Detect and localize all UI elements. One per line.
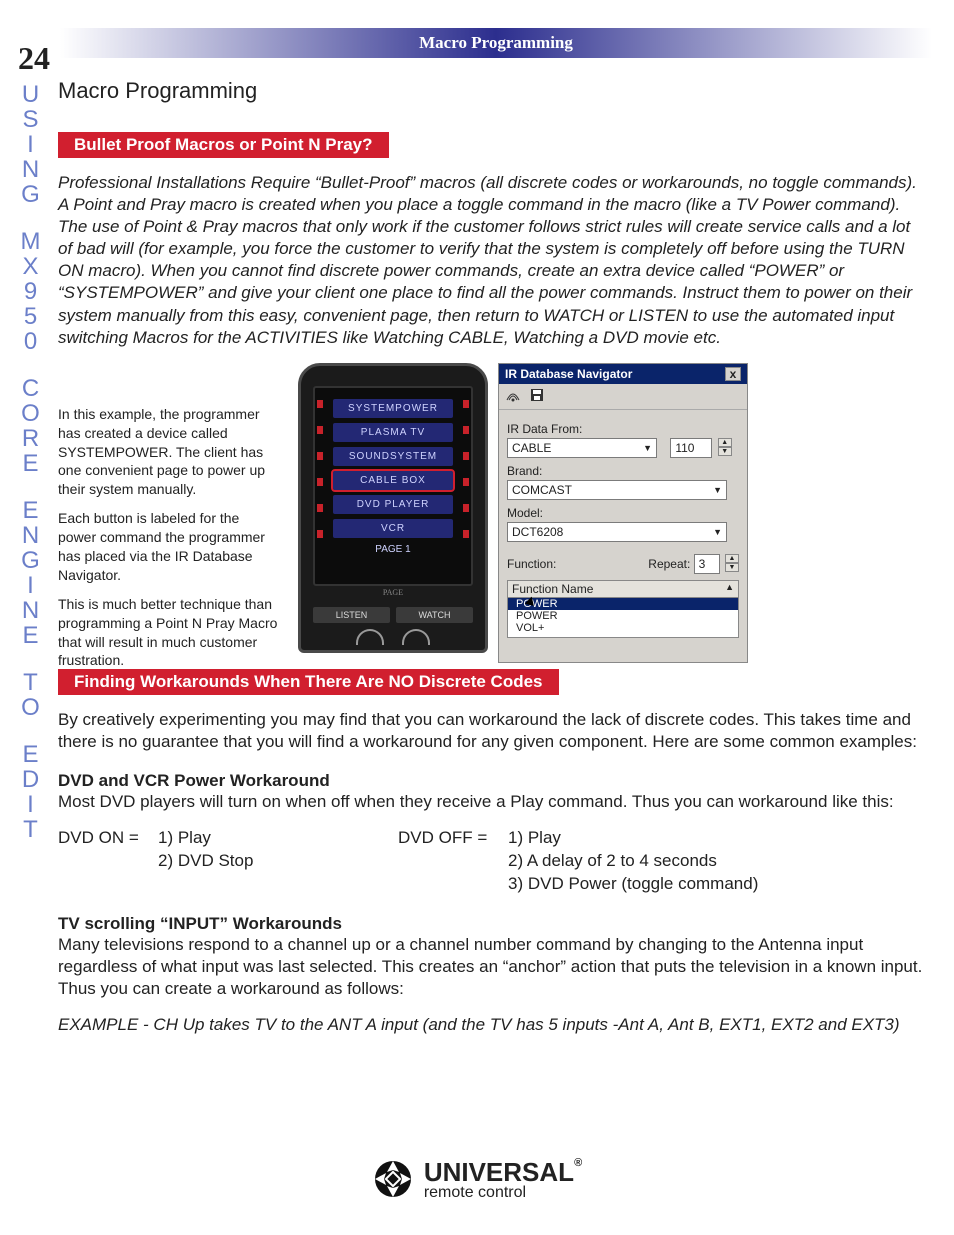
ir-data-number[interactable]: 110 [670, 438, 712, 458]
chevron-up-icon: ▲ [718, 438, 732, 447]
dvd-workaround-heading: DVD and VCR Power Workaround [58, 771, 928, 791]
chevron-down-icon: ▼ [718, 447, 732, 456]
function-item-power[interactable]: POWER [508, 598, 738, 610]
dvd-off-step1: 1) Play [508, 827, 561, 850]
led-icon [463, 530, 469, 538]
led-icon [463, 400, 469, 408]
chevron-down-icon: ▼ [725, 563, 739, 572]
led-icon [463, 452, 469, 460]
chevron-up-icon: ▲ [725, 554, 739, 563]
led-icon [463, 426, 469, 434]
tv-workaround-example: EXAMPLE - CH Up takes TV to the ANT A in… [58, 1014, 928, 1036]
page-number: 24 [18, 40, 50, 77]
logo-icon [372, 1158, 414, 1200]
dvd-workaround-body: Most DVD players will turn on when off w… [58, 791, 928, 813]
registered-icon: ® [574, 1157, 582, 1169]
remote-page-hint: PAGE [313, 588, 473, 597]
remote-watch-button[interactable]: WATCH [396, 607, 473, 623]
led-icon [317, 530, 323, 538]
example-caption-3: This is much better technique than progr… [58, 595, 278, 671]
remote-btn-soundsystem[interactable]: SOUNDSYSTEM [333, 447, 453, 466]
ir-navigator-window: IR Database Navigator x IR Data From: CA… [498, 363, 748, 663]
side-word-to: TO [18, 670, 44, 720]
dvd-on-label: DVD ON = [58, 827, 158, 850]
subhead-bullet-proof: Bullet Proof Macros or Point N Pray? [58, 132, 389, 158]
function-item-power2[interactable]: POWER [508, 610, 738, 622]
remote-btn-dvdplayer[interactable]: DVD PLAYER [333, 495, 453, 514]
section-title: Macro Programming [58, 78, 928, 104]
remote-btn-vcr[interactable]: VCR [333, 519, 453, 538]
brand-select[interactable]: COMCAST ▼ [507, 480, 727, 500]
side-word-using: USING [18, 82, 44, 207]
label-model: Model: [507, 506, 739, 520]
side-word-core: CORE [18, 376, 44, 476]
label-repeat: Repeat: [648, 557, 690, 571]
chevron-down-icon: ▼ [643, 443, 652, 453]
spinner[interactable]: ▲▼ [718, 438, 732, 456]
signal-icon[interactable] [505, 388, 521, 405]
led-icon [463, 504, 469, 512]
ir-data-select[interactable]: CABLE ▼ [507, 438, 657, 458]
dvd-off-label: DVD OFF = [398, 827, 508, 850]
save-icon[interactable] [529, 388, 545, 405]
remote-btn-cablebox[interactable]: CABLE BOX [333, 471, 453, 490]
function-list[interactable]: Function Name ▲ POWER POWER VOL+ [507, 580, 739, 638]
example-caption-2: Each button is labeled for the power com… [58, 509, 278, 585]
intro-paragraph: Professional Installations Require “Bull… [58, 172, 928, 349]
remote-listen-button[interactable]: LISTEN [313, 607, 390, 623]
tv-workaround-heading: TV scrolling “INPUT” Workarounds [58, 914, 928, 934]
arc-icon [356, 629, 384, 645]
close-icon[interactable]: x [725, 367, 741, 381]
function-item-volup[interactable]: VOL+ [508, 622, 738, 634]
side-word-mx950: MX950 [18, 229, 44, 354]
example-figure: In this example, the programmer has crea… [58, 363, 928, 653]
example-caption-1: In this example, the programmer has crea… [58, 405, 278, 499]
remote-mockup: SYSTEMPOWER PLASMA TV SOUNDSYSTEM CABLE … [298, 363, 488, 653]
dvd-on-step2: 2) DVD Stop [158, 850, 253, 873]
chevron-down-icon: ▼ [713, 527, 722, 537]
led-icon [317, 400, 323, 408]
remote-screen: SYSTEMPOWER PLASMA TV SOUNDSYSTEM CABLE … [313, 386, 473, 586]
dvd-workaround-steps: DVD ON =1) Play 2) DVD Stop DVD OFF =1) … [58, 827, 928, 896]
side-word-edit: EDIT [18, 742, 44, 842]
header-bar: Macro Programming [60, 28, 932, 58]
label-function: Function: [507, 557, 556, 571]
led-icon [317, 478, 323, 486]
label-brand: Brand: [507, 464, 739, 478]
dvd-on-step1: 1) Play [158, 827, 211, 850]
model-select[interactable]: DCT6208 ▼ [507, 522, 727, 542]
remote-btn-plasma[interactable]: PLASMA TV [333, 423, 453, 442]
page-content: Macro Programming Bullet Proof Macros or… [58, 78, 928, 1050]
led-icon [317, 426, 323, 434]
label-ir-data: IR Data From: [507, 422, 739, 436]
function-list-header: Function Name [512, 582, 593, 596]
spinner[interactable]: ▲▼ [725, 554, 739, 572]
logo-brand: UNIVERSAL [424, 1157, 574, 1187]
ir-data-value: CABLE [512, 441, 551, 455]
chevron-down-icon: ▼ [713, 485, 722, 495]
remote-page-label: PAGE 1 [333, 544, 453, 555]
led-icon [317, 504, 323, 512]
arc-icon [402, 629, 430, 645]
ir-navigator-titlebar: IR Database Navigator x [499, 364, 747, 384]
ir-navigator-title: IR Database Navigator [505, 367, 632, 381]
footer-logo: UNIVERSAL® remote control [0, 1157, 954, 1206]
workarounds-paragraph: By creatively experimenting you may find… [58, 709, 928, 753]
side-rail: USING MX950 CORE ENGINE TO EDIT [18, 82, 44, 864]
led-icon [317, 452, 323, 460]
brand-value: COMCAST [512, 483, 572, 497]
tv-workaround-body: Many televisions respond to a channel up… [58, 934, 928, 1000]
example-captions: In this example, the programmer has crea… [58, 405, 278, 681]
model-value: DCT6208 [512, 525, 563, 539]
dvd-off-step3: 3) DVD Power (toggle command) [508, 873, 758, 896]
scroll-up-icon[interactable]: ▲ [725, 582, 734, 596]
dvd-off-step2: 2) A delay of 2 to 4 seconds [508, 850, 717, 873]
remote-btn-systempower[interactable]: SYSTEMPOWER [333, 399, 453, 418]
led-icon [463, 478, 469, 486]
repeat-input[interactable]: 3 [694, 554, 720, 574]
side-word-engine: ENGINE [18, 498, 44, 648]
